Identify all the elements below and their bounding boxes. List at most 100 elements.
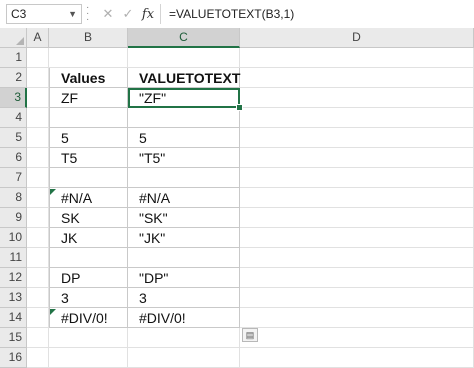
fill-handle[interactable] [236,104,243,111]
cell-a12[interactable] [27,268,49,288]
cell-c3-active[interactable]: "ZF" [128,88,240,108]
row-header[interactable]: 15 [0,328,27,348]
cell-d1[interactable] [240,48,474,68]
cell-c13[interactable]: 3 [128,288,240,308]
cell-b11[interactable] [49,248,128,268]
cell-c11[interactable] [128,248,240,268]
cell-c7[interactable] [128,168,240,188]
cell-b12[interactable]: DP [49,268,128,288]
cell-c5[interactable]: 5 [128,128,240,148]
cell-b14[interactable]: #DIV/0! [49,308,128,328]
cell-d3[interactable] [240,88,474,108]
row-header[interactable]: 10 [0,228,27,248]
cell-b16[interactable] [49,348,128,368]
cell-b8[interactable]: #N/A [49,188,128,208]
row-header[interactable]: 7 [0,168,27,188]
cell-b13[interactable]: 3 [49,288,128,308]
paste-options-icon[interactable]: ▤ [242,328,258,342]
more-options-icon[interactable]: · · · [86,3,92,25]
cell-a4[interactable] [27,108,49,128]
cell-d7[interactable] [240,168,474,188]
row-header[interactable]: 9 [0,208,27,228]
column-header-b[interactable]: B [49,28,128,48]
cell-c16[interactable] [128,348,240,368]
cell-c4[interactable] [128,108,240,128]
cell-d14[interactable] [240,308,474,328]
cell-c10[interactable]: "JK" [128,228,240,248]
cancel-icon[interactable]: ✕ [98,4,118,24]
name-box[interactable]: C3 ▼ [6,4,82,24]
cell-d10[interactable] [240,228,474,248]
cell-a5[interactable] [27,128,49,148]
cell-b6[interactable]: T5 [49,148,128,168]
cell-b5[interactable]: 5 [49,128,128,148]
cell-c12[interactable]: "DP" [128,268,240,288]
chevron-down-icon[interactable]: ▼ [68,5,77,23]
cell-c9[interactable]: "SK" [128,208,240,228]
row-header[interactable]: 4 [0,108,27,128]
column-header-c[interactable]: C [128,28,240,48]
cell-d16[interactable] [240,348,474,368]
row-header-selected[interactable]: 3 [0,88,27,108]
column-header-d[interactable]: D [240,28,474,48]
cell-d11[interactable] [240,248,474,268]
table-header-valuetotext[interactable]: VALUETOTEXT [128,68,240,88]
table-header-values[interactable]: Values [49,68,128,88]
cell-b1[interactable] [49,48,128,68]
cell-a10[interactable] [27,228,49,248]
worksheet-grid: A B C D 1 2 3 4 5 6 7 8 9 10 11 12 13 14… [0,28,474,368]
row-header[interactable]: 13 [0,288,27,308]
cell-a6[interactable] [27,148,49,168]
cell-c15[interactable] [128,328,240,348]
row-header[interactable]: 2 [0,68,27,88]
row-header[interactable]: 8 [0,188,27,208]
green-triangle-icon[interactable] [50,309,56,315]
cell-d15[interactable] [240,328,474,348]
cell-d6[interactable] [240,148,474,168]
row-header[interactable]: 16 [0,348,27,368]
cell-b7[interactable] [49,168,128,188]
green-triangle-icon[interactable] [50,189,56,195]
row-header[interactable]: 14 [0,308,27,328]
cell-d2[interactable] [240,68,474,88]
cell-a16[interactable] [27,348,49,368]
column-header-a[interactable]: A [27,28,49,48]
select-all-button[interactable] [0,28,27,48]
cell-d9[interactable] [240,208,474,228]
cell-d5[interactable] [240,128,474,148]
cell-a8[interactable] [27,188,49,208]
cell-c1[interactable] [128,48,240,68]
row-header[interactable]: 1 [0,48,27,68]
row-header[interactable]: 11 [0,248,27,268]
cell-a3[interactable] [27,88,49,108]
select-all-icon [16,37,24,45]
cell-a14[interactable] [27,308,49,328]
insert-function-icon[interactable]: fx [138,5,158,25]
cell-c6[interactable]: "T5" [128,148,240,168]
row-header[interactable]: 5 [0,128,27,148]
row-header[interactable]: 6 [0,148,27,168]
cell-b3[interactable]: ZF [49,88,128,108]
cell-d8[interactable] [240,188,474,208]
cell-a1[interactable] [27,48,49,68]
enter-icon[interactable]: ✓ [118,4,138,24]
cell-a13[interactable] [27,288,49,308]
formula-bar-buttons: ✕ ✓ fx [98,4,158,24]
cell-a11[interactable] [27,248,49,268]
cell-b15[interactable] [49,328,128,348]
row-header[interactable]: 12 [0,268,27,288]
cell-d4[interactable] [240,108,474,128]
formula-input[interactable]: =VALUETOTEXT(B3,1) [160,4,470,24]
cell-d13[interactable] [240,288,474,308]
cell-b9[interactable]: SK [49,208,128,228]
cell-d12[interactable] [240,268,474,288]
cell-c14[interactable]: #DIV/0! [128,308,240,328]
cell-a9[interactable] [27,208,49,228]
cell-b10[interactable]: JK [49,228,128,248]
cell-a15[interactable] [27,328,49,348]
cell-b4[interactable] [49,108,128,128]
cell-a7[interactable] [27,168,49,188]
cell-c8[interactable]: #N/A [128,188,240,208]
formula-bar: C3 ▼ · · · ✕ ✓ fx =VALUETOTEXT(B3,1) [0,0,474,28]
cell-a2[interactable] [27,68,49,88]
